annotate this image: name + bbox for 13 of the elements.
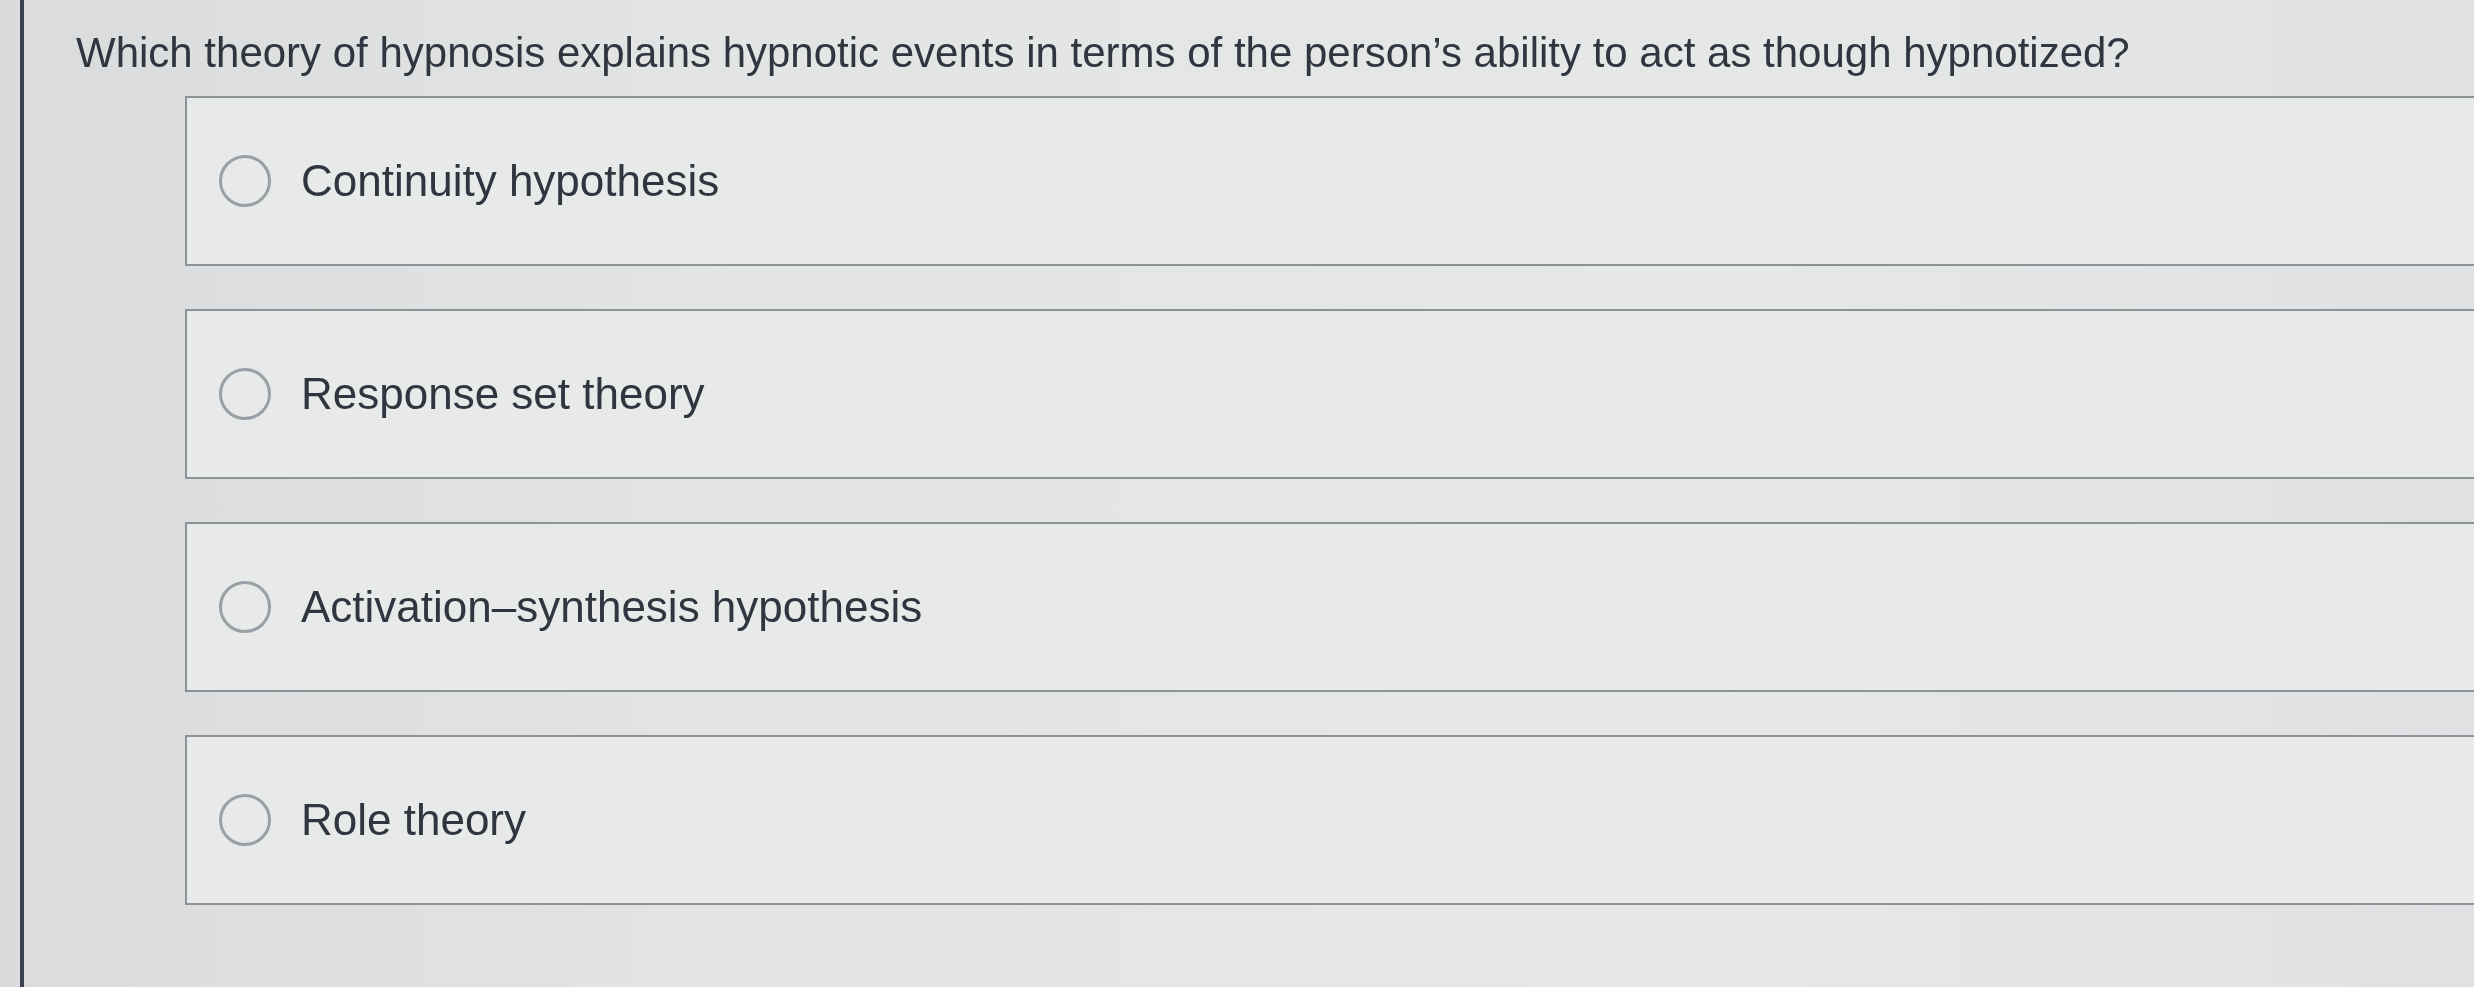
option-label: Activation–synthesis hypothesis bbox=[301, 581, 923, 633]
answer-option[interactable]: Response set theory bbox=[185, 309, 2474, 479]
answer-option[interactable]: Role theory bbox=[185, 735, 2474, 905]
radio-button[interactable] bbox=[219, 155, 271, 207]
option-label: Continuity hypothesis bbox=[301, 155, 720, 207]
option-label: Role theory bbox=[301, 794, 526, 846]
radio-button[interactable] bbox=[219, 581, 271, 633]
option-label: Response set theory bbox=[301, 368, 705, 420]
answer-option[interactable]: Activation–synthesis hypothesis bbox=[185, 522, 2474, 692]
answer-option[interactable]: Continuity hypothesis bbox=[185, 96, 2474, 266]
radio-button[interactable] bbox=[219, 794, 271, 846]
question-text: Which theory of hypnosis explains hypnotic events in terms of the person’s ability to act as though hypnotized? bbox=[76, 28, 2131, 78]
radio-button[interactable] bbox=[219, 368, 271, 420]
